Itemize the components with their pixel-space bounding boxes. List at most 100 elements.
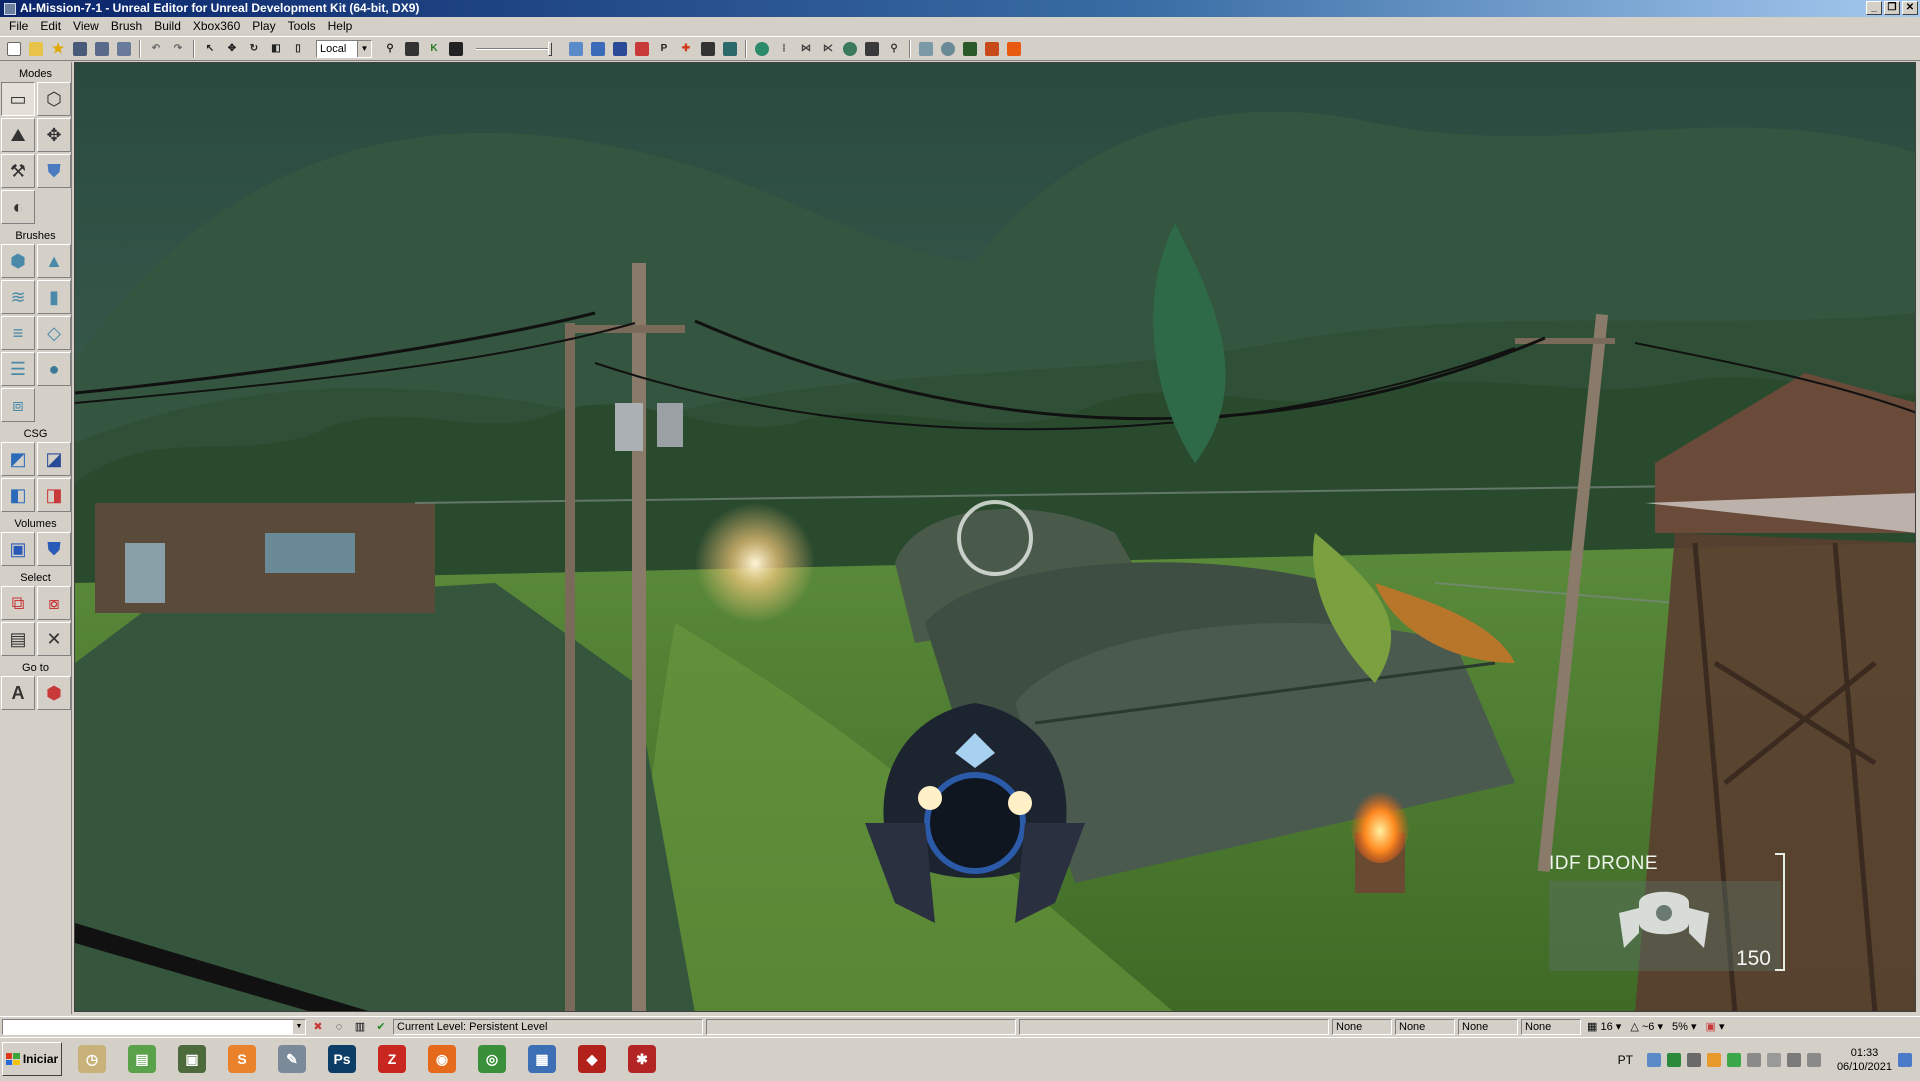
filezilla-app-button[interactable]: Z (370, 1040, 414, 1078)
select-touching-button[interactable]: ⧇ (37, 586, 71, 620)
unreal-app-button[interactable]: ✱ (620, 1040, 664, 1078)
select-mode-button[interactable]: ↖ (200, 39, 220, 59)
flag-tray-icon[interactable] (1746, 1052, 1761, 1067)
menu-build[interactable]: Build (148, 17, 187, 36)
play-console-button[interactable] (960, 39, 980, 59)
rotate-mode-button[interactable]: ↻ (244, 39, 264, 59)
level-browser-button[interactable]: ▥ (351, 1019, 369, 1035)
scale-nonuniform-button[interactable]: ▯ (288, 39, 308, 59)
goto-builder-brush-button[interactable]: ⬢ (37, 676, 71, 710)
scale-mode-button[interactable]: ◧ (266, 39, 286, 59)
chart-app-button[interactable]: ▤ (120, 1040, 164, 1078)
menu-brush[interactable]: Brush (105, 17, 148, 36)
add-volume-button[interactable]: ▣ (1, 532, 35, 566)
shield-tray-icon[interactable] (1666, 1052, 1681, 1067)
drag-grid-button[interactable]: ✖ (309, 1019, 327, 1035)
volume-tray-icon[interactable] (1786, 1052, 1801, 1067)
curved-stair-button[interactable]: ≋ (1, 280, 35, 314)
texture-stats-button[interactable] (698, 39, 718, 59)
menu-tools[interactable]: Tools (282, 17, 322, 36)
minimize-button[interactable]: _ (1866, 1, 1882, 15)
volume-type-button[interactable]: ⛊ (37, 532, 71, 566)
grid-size-control[interactable]: ▦ 16 ▾ (1584, 1019, 1624, 1035)
monitor-tray-icon[interactable] (1686, 1052, 1701, 1067)
cone-brush-button[interactable]: ▲ (37, 244, 71, 278)
show-selected-button[interactable]: ▤ (1, 622, 35, 656)
light-bulb-button[interactable]: ⚲ (884, 39, 904, 59)
menu-help[interactable]: Help (322, 17, 359, 36)
firefox-app-button[interactable]: ◉ (420, 1040, 464, 1078)
sheet-brush-button[interactable]: ◇ (37, 316, 71, 350)
command-input[interactable]: ▼ (2, 1018, 306, 1035)
goto-actor-button[interactable]: A (1, 676, 35, 710)
fracture-mode-button[interactable]: ⛊ (37, 154, 71, 188)
close-button[interactable]: ✕ (1902, 1, 1918, 15)
tools-app-button[interactable]: ✎ (270, 1040, 314, 1078)
build-lighting-button[interactable]: ⦙ (774, 39, 794, 59)
photoshop-app-button[interactable]: Ps (320, 1040, 364, 1078)
build-submit-button[interactable] (862, 39, 882, 59)
save-levels-button[interactable] (114, 39, 134, 59)
network-tray-icon[interactable] (1646, 1052, 1661, 1067)
sphere-brush-button[interactable]: ● (37, 352, 71, 386)
save-all-button[interactable] (92, 39, 112, 59)
show-desktop-icon[interactable] (1898, 1052, 1912, 1067)
landscape-mode-button[interactable]: ◐ (1, 190, 35, 224)
build-all-button[interactable] (840, 39, 860, 59)
menu-file[interactable]: File (3, 17, 34, 36)
camera-mode-button[interactable]: ▭ (1, 82, 35, 116)
language-indicator[interactable]: PT (1618, 1053, 1633, 1067)
build-geometry-button[interactable] (752, 39, 772, 59)
coordinate-system-select[interactable]: Local ▼ (316, 39, 372, 58)
csg-add-button[interactable]: ◩ (1, 442, 35, 476)
cube-brush-button[interactable]: ⬢ (1, 244, 35, 278)
mesh-paint-button[interactable]: ⚒ (1, 154, 35, 188)
lighting-button[interactable]: ✚ (676, 39, 696, 59)
menu-xbox360[interactable]: Xbox360 (187, 17, 246, 36)
play-in-viewport-button[interactable] (916, 39, 936, 59)
clock-app-button[interactable]: ◷ (70, 1040, 114, 1078)
select-inside-button[interactable]: ⧉ (1, 586, 35, 620)
signal-tray-icon[interactable] (1766, 1052, 1781, 1067)
network-app-button[interactable]: ▦ (520, 1040, 564, 1078)
menu-view[interactable]: View (67, 17, 105, 36)
lighting-toggle-button[interactable]: ◌ (330, 1019, 348, 1035)
generic-browser-button[interactable] (588, 39, 608, 59)
spiral-stair-button[interactable]: ☰ (1, 352, 35, 386)
linear-stair-button[interactable]: ≡ (1, 316, 35, 350)
menu-edit[interactable]: Edit (34, 17, 67, 36)
build-paths-button[interactable]: ⋈ (796, 39, 816, 59)
hide-selected-button[interactable]: ✕ (37, 622, 71, 656)
start-button[interactable]: Iniciar (2, 1042, 62, 1076)
chrome-app-button[interactable]: ◎ (470, 1040, 514, 1078)
sublime-app-button[interactable]: S (220, 1040, 264, 1078)
stop-button[interactable] (1004, 39, 1024, 59)
system-clock[interactable]: 01:33 06/10/2021 (1837, 1046, 1892, 1074)
slider-thumb[interactable] (548, 41, 552, 56)
ruby-app-button[interactable]: ◆ (570, 1040, 614, 1078)
play-on-pc-button[interactable] (938, 39, 958, 59)
scene-manager-button[interactable] (610, 39, 630, 59)
brush-builder-button[interactable] (632, 39, 652, 59)
camera-speed-slider[interactable] (476, 40, 556, 58)
p-button[interactable]: P (654, 39, 674, 59)
geometry-mode-button[interactable]: ⬡ (37, 82, 71, 116)
favorite-button[interactable]: ★ (48, 39, 68, 59)
volumetric-brush-button[interactable]: ⧈ (1, 388, 35, 422)
map-check-button[interactable] (720, 39, 740, 59)
menu-play[interactable]: Play (246, 17, 281, 36)
power-tray-icon[interactable] (1806, 1052, 1821, 1067)
csg-subtract-button[interactable]: ◪ (37, 442, 71, 476)
play-level-button[interactable] (982, 39, 1002, 59)
monitor-app-button[interactable]: ▣ (170, 1040, 214, 1078)
save-button[interactable] (70, 39, 90, 59)
content-browser-button[interactable] (566, 39, 586, 59)
perspective-viewport[interactable]: IDF DRONE 150 (74, 62, 1916, 1012)
k-button[interactable]: K (424, 39, 444, 59)
update-tray-icon[interactable] (1706, 1052, 1721, 1067)
scale-snap-control[interactable]: 5% ▾ (1669, 1019, 1700, 1035)
level-lock-button[interactable]: ✔ (372, 1019, 390, 1035)
matinee-button[interactable] (446, 39, 466, 59)
terrain-mode-button[interactable]: ⛰ (1, 118, 35, 152)
cylinder-brush-button[interactable]: ▮ (37, 280, 71, 314)
